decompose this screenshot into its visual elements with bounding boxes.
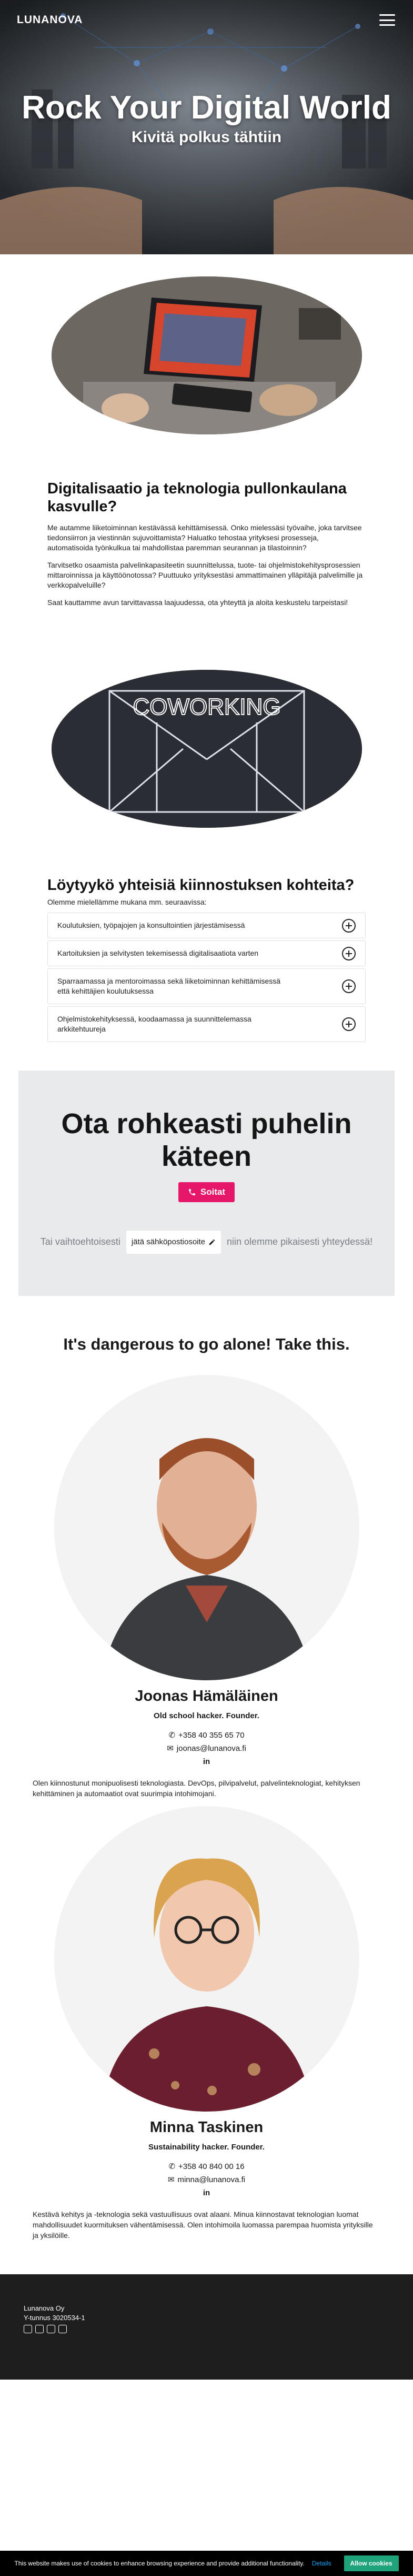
- portrait-minna: [54, 1806, 359, 2112]
- linkedin-link[interactable]: in: [0, 2186, 413, 2199]
- growth-paragraph-3: Saat kauttamme avun tarvittavassa laajuu…: [47, 598, 348, 607]
- member-bio: Kestävä kehitys ja -teknologia sekä vast…: [33, 2210, 373, 2240]
- phone-link[interactable]: ✆ +358 40 840 00 16: [0, 2160, 413, 2173]
- email-link[interactable]: ✉ minna@lunanova.fi: [0, 2173, 413, 2186]
- hero-title: Rock Your Digital World: [22, 90, 391, 126]
- email-input[interactable]: jätä sähköpostiosoite: [126, 1231, 221, 1254]
- coworking-neon-image: COWORKING: [51, 670, 362, 828]
- coworking-intro: Olemme mielellämme mukana mm. seuraaviss…: [47, 898, 207, 906]
- interests-accordion: Koulutuksien, työpajojen ja konsultointi…: [47, 913, 366, 1042]
- facebook-icon[interactable]: [47, 2325, 55, 2333]
- growth-paragraph-2: Tarvitsetko osaamista palvelinkapasiteet…: [47, 561, 363, 589]
- hero-subtitle: Kivitä polkus tähtiin: [131, 128, 282, 146]
- member-bio: Olen kiinnostunut monipuolisesti teknolo…: [33, 1779, 360, 1798]
- allow-cookies-button[interactable]: Allow cookies: [344, 2555, 399, 2571]
- cookie-details-link[interactable]: Details: [312, 2560, 331, 2567]
- accordion-item[interactable]: Sparraamassa ja mentoroimassa sekä liike…: [47, 968, 366, 1004]
- coworking-title: Löytyykö yhteisiä kiinnostuksen kohteita…: [47, 877, 355, 894]
- email-link[interactable]: ✉ joonas@lunanova.fi: [0, 1742, 413, 1755]
- top-nav: LUNANOVA: [0, 0, 413, 40]
- pencil-icon: [209, 1239, 215, 1245]
- plus-icon[interactable]: [342, 946, 356, 960]
- instagram-icon[interactable]: [35, 2325, 44, 2333]
- phone-link[interactable]: ✆ +358 40 355 65 70: [0, 1729, 413, 1742]
- call-to-action: Ota rohkeasti puhelin käteen Soitat Tai …: [18, 1071, 395, 1296]
- call-title: Ota rohkeasti puhelin käteen: [61, 1108, 352, 1172]
- plus-icon[interactable]: [342, 1017, 356, 1031]
- plus-icon[interactable]: [342, 918, 356, 933]
- plus-icon[interactable]: [342, 979, 356, 993]
- growth-paragraph-1: Me autamme liiketoiminnan kestävässä keh…: [47, 523, 362, 552]
- team-member: Joonas Hämäläinen Old school hacker. Fou…: [0, 1375, 413, 1799]
- portrait-joonas: [54, 1375, 359, 1680]
- company-name: Lunanova Oy: [24, 2304, 65, 2312]
- linkedin-icon[interactable]: [24, 2325, 32, 2333]
- accordion-item[interactable]: Kartoituksien ja selvitysten tekemisessä…: [47, 940, 366, 966]
- linkedin-icon: in: [203, 2188, 210, 2197]
- team-title: It's dangerous to go alone! Take this.: [63, 1335, 350, 1353]
- member-name: Joonas Hämäläinen: [135, 1688, 278, 1705]
- cookie-text: This website makes use of cookies to enh…: [14, 2560, 305, 2567]
- linkedin-link[interactable]: in: [0, 1755, 413, 1768]
- brand-logo[interactable]: LUNANOVA: [17, 14, 83, 26]
- phone-icon: [188, 1189, 195, 1195]
- office-image: [51, 276, 362, 434]
- linkedin-icon: in: [203, 1757, 210, 1766]
- member-role: Sustainability hacker. Founder.: [148, 2143, 265, 2152]
- mail-icon: ✉: [167, 1744, 174, 1753]
- call-button[interactable]: Soitat: [178, 1182, 235, 1202]
- social-links: [24, 2325, 389, 2333]
- phone-icon: ✆: [168, 2162, 176, 2171]
- menu-icon[interactable]: [379, 14, 395, 26]
- accordion-item[interactable]: Ohjelmistokehityksessä, koodaamassa ja s…: [47, 1006, 366, 1042]
- footer: Lunanova Oy Y-tunnus 3020534-1: [0, 2274, 413, 2380]
- business-id: Y-tunnus 3020534-1: [24, 2314, 85, 2322]
- member-role: Old school hacker. Founder.: [154, 1711, 259, 1720]
- call-alternative: Tai vaihtoehtoisesti jätä sähköpostiosoi…: [39, 1231, 374, 1254]
- cookie-banner: This website makes use of cookies to enh…: [0, 2551, 413, 2576]
- mail-icon: ✉: [167, 2175, 175, 2184]
- member-name: Minna Taskinen: [149, 2119, 264, 2136]
- accordion-item[interactable]: Koulutuksien, työpajojen ja konsultointi…: [47, 913, 366, 938]
- coworking-sign: COWORKING: [133, 694, 280, 720]
- phone-icon: ✆: [168, 1731, 176, 1740]
- twitter-icon[interactable]: [58, 2325, 67, 2333]
- growth-title: Digitalisaatio ja teknologia pullonkaula…: [47, 480, 347, 515]
- team-member: Minna Taskinen Sustainability hacker. Fo…: [0, 1806, 413, 2241]
